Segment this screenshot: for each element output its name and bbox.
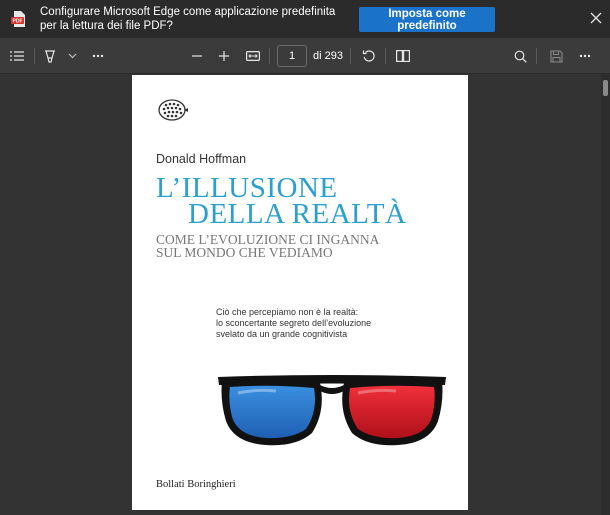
- 3d-glasses-image: [218, 375, 446, 446]
- page-total-label: di 293: [313, 50, 343, 62]
- search-icon[interactable]: [511, 47, 529, 65]
- close-icon[interactable]: [589, 11, 603, 25]
- default-app-banner: PDF Configurare Microsoft Edge come appl…: [0, 0, 610, 39]
- toolbar-divider: [385, 48, 386, 64]
- zoom-out-icon[interactable]: [188, 47, 206, 65]
- chevron-down-icon[interactable]: [63, 47, 81, 65]
- toolbar-divider: [350, 48, 351, 64]
- more-options-icon[interactable]: [576, 47, 594, 65]
- fit-page-icon[interactable]: [244, 47, 262, 65]
- pdf-toolbar: 1 di 293: [0, 39, 610, 74]
- pdf-page: Donald Hoffman L’ILLUSIONE DELLA REALTÀ …: [132, 75, 468, 510]
- draw-icon[interactable]: [41, 47, 59, 65]
- zoom-in-icon[interactable]: [215, 47, 233, 65]
- toolbar-divider: [34, 48, 35, 64]
- page-number-input[interactable]: 1: [277, 45, 307, 67]
- book-subtitle-line-2: SUL MONDO CHE VEDIAMO: [156, 245, 333, 260]
- scrollbar-thumb[interactable]: [603, 80, 608, 96]
- rotate-icon[interactable]: [360, 47, 378, 65]
- book-author: Donald Hoffman: [156, 152, 247, 166]
- set-default-button[interactable]: Imposta come predefinito: [359, 7, 495, 32]
- book-subtitle: COME L’EVOLUZIONE CI INGANNA SUL MONDO C…: [156, 233, 379, 260]
- toolbar-divider: [536, 48, 537, 64]
- pdf-badge-label: PDF: [13, 19, 23, 25]
- publisher-logo-icon: [158, 99, 188, 121]
- book-blurb-line-2: lo sconcertante segreto dell’evoluzione: [216, 318, 372, 328]
- book-blurb: Ciò che percepiamo non è la realtà: lo s…: [216, 307, 371, 340]
- banner-message: Configurare Microsoft Edge come applicaz…: [40, 6, 336, 32]
- more-icon[interactable]: [89, 47, 107, 65]
- page-view-icon[interactable]: [394, 47, 412, 65]
- book-publisher: Bollati Boringhieri: [156, 479, 236, 490]
- book-blurb-line-3: svelato da un grande cognitivista: [216, 329, 348, 339]
- book-blurb-line-1: Ciò che percepiamo non è la realtà:: [216, 307, 359, 317]
- contents-icon[interactable]: [8, 47, 26, 65]
- vertical-scrollbar[interactable]: [601, 74, 610, 515]
- book-title-line-2: DELLA REALTÀ: [188, 198, 407, 230]
- toolbar-divider: [269, 48, 270, 64]
- save-icon[interactable]: [547, 47, 565, 65]
- pdf-file-icon: PDF: [11, 11, 25, 27]
